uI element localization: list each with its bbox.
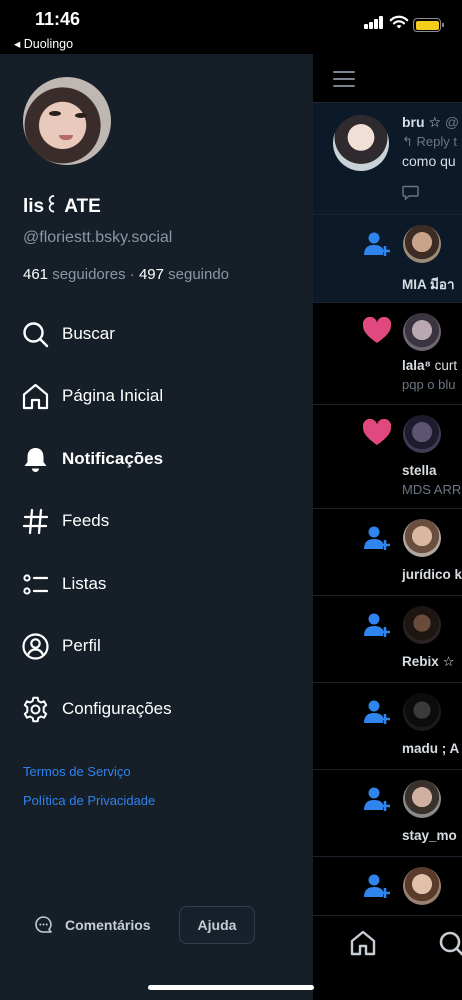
menu-icon[interactable] (333, 71, 355, 87)
list-item[interactable] (313, 857, 462, 915)
status-bar: 11:46 ◂ Duolingo (0, 0, 462, 54)
notification-preview: pqp o blu (402, 377, 456, 392)
list-item[interactable]: MIA มีอา (313, 215, 462, 303)
menu-item-label: Perfil (62, 636, 101, 655)
follow-icon (364, 526, 390, 550)
list-item[interactable]: stella MDS ARR (313, 405, 462, 509)
list-item[interactable]: stay_mo (313, 770, 462, 857)
search-tab-icon[interactable] (438, 930, 462, 958)
avatar[interactable] (403, 519, 441, 557)
wifi-icon (389, 15, 409, 29)
status-time: 11:46 (35, 9, 81, 29)
profile-display-name: lis꒰ ATE (23, 196, 101, 217)
avatar[interactable] (403, 693, 441, 731)
chat-bubble-icon (35, 916, 52, 933)
gear-icon (23, 696, 48, 723)
navigation-drawer: lis꒰ ATE @floriestt.bsky.social 461 segu… (0, 54, 313, 1000)
home-indicator[interactable] (148, 985, 314, 990)
avatar[interactable] (403, 313, 441, 351)
menu-item-search[interactable]: Buscar (0, 309, 313, 359)
list-item[interactable]: jurídico k (313, 509, 462, 596)
help-button[interactable]: Ajuda (179, 906, 255, 944)
avatar[interactable] (333, 115, 389, 171)
feedback-label: Comentários (65, 917, 151, 933)
counts-separator: · (129, 266, 135, 283)
list-item[interactable]: Rebix ☆ (313, 596, 462, 683)
hash-icon (22, 508, 49, 535)
person-circle-icon (22, 633, 49, 660)
profile-handle: @floriestt.bsky.social (23, 229, 173, 246)
menu-item-label: Notificações (62, 449, 164, 468)
follow-icon (364, 874, 390, 898)
follow-icon (364, 700, 390, 724)
comment-icon[interactable] (402, 185, 419, 200)
follow-icon (364, 232, 390, 256)
notifications-screen-background: bru ☆ @ ↰ Reply t como qu MIA มีอา lala⁸… (313, 54, 462, 1000)
menu-item-lists[interactable]: Listas (0, 559, 313, 609)
avatar[interactable] (403, 867, 441, 905)
menu-item-label: Feeds (62, 511, 110, 530)
back-to-app-link[interactable]: ◂ Duolingo (14, 36, 73, 51)
home-icon (22, 383, 49, 410)
avatar[interactable] (403, 415, 441, 453)
terms-of-service-link[interactable]: Termos de Serviço (23, 764, 131, 779)
notification-name: jurídico k (402, 567, 462, 582)
bell-icon (24, 448, 47, 472)
notification-preview: MDS ARR (402, 482, 462, 497)
followers-count: 461 (23, 266, 49, 283)
reply-notification[interactable]: bru ☆ @ ↰ Reply t como qu (313, 103, 462, 215)
cellular-signal-icon (364, 16, 384, 29)
notification-name: stay_mo (402, 828, 457, 843)
profile-avatar[interactable] (23, 77, 111, 165)
list-item[interactable]: madu ; A (313, 683, 462, 770)
menu-item-label: Listas (62, 574, 107, 593)
help-label: Ajuda (197, 917, 237, 933)
menu-item-settings[interactable]: Configurações (0, 684, 313, 734)
menu-item-home[interactable]: Página Inicial (0, 371, 313, 421)
notification-name: MIA มีอา (402, 277, 455, 292)
following-count: 497 (138, 266, 164, 283)
avatar[interactable] (403, 225, 441, 263)
post-text: como qu (402, 153, 456, 169)
home-tab-icon[interactable] (349, 929, 377, 957)
heart-icon (363, 419, 391, 445)
avatar[interactable] (403, 606, 441, 644)
post-author: bru ☆ @ (402, 114, 460, 130)
menu-item-label: Configurações (62, 699, 172, 718)
privacy-policy-link[interactable]: Política de Privacidade (23, 793, 155, 808)
menu-item-label: Buscar (62, 324, 115, 343)
search-icon (23, 322, 49, 348)
heart-icon (363, 317, 391, 343)
avatar[interactable] (403, 780, 441, 818)
menu-item-profile[interactable]: Perfil (0, 621, 313, 671)
follow-counts[interactable]: 461 seguidores · 497 seguindo (23, 266, 229, 283)
reply-indicator: ↰ Reply t (402, 134, 457, 149)
battery-icon (413, 18, 444, 32)
notification-name: stella (402, 463, 437, 478)
menu-item-feeds[interactable]: Feeds (0, 496, 313, 546)
followers-label: seguidores (52, 266, 126, 283)
notification-name: lala⁸ curt (402, 358, 458, 373)
notification-name: madu ; A (402, 741, 460, 756)
follow-icon (364, 787, 390, 811)
list-icon (23, 574, 49, 595)
follow-icon (364, 613, 390, 637)
menu-item-notifications[interactable]: Notificações (0, 434, 313, 484)
list-item[interactable]: lala⁸ curt pqp o blu (313, 303, 462, 405)
notification-name: Rebix ☆ (402, 654, 455, 669)
menu-item-label: Página Inicial (62, 386, 164, 405)
following-label: seguindo (168, 266, 230, 283)
